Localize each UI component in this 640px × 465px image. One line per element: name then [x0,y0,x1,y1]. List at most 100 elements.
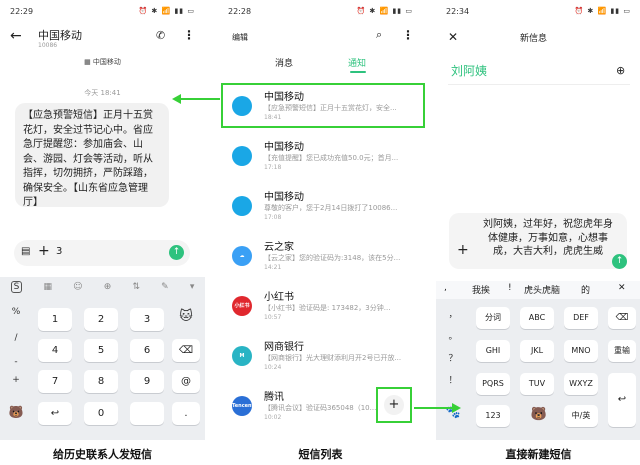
message-time: 10:57 [264,314,282,321]
tab-active-indicator [350,71,366,73]
contact-avatar: M [232,346,252,366]
message-preview: 尊敬的客户，您于2月14日拨打了10086... [264,204,398,212]
send-button[interactable]: ↑ [169,245,184,260]
tab-notifications[interactable]: 通知 [348,56,366,69]
key-def[interactable]: DEF [564,307,598,329]
key-3[interactable]: 3 [130,308,164,331]
side-key-comma[interactable]: ， [444,307,462,320]
status-icons: ⏰ ✱ 📶 ▮▮ ▭ [574,7,631,15]
more-options-icon[interactable]: ⋮ [183,28,195,42]
close-icon[interactable]: ✕ [448,30,458,44]
page-title: 新信息 [520,34,548,44]
list-item[interactable]: ☁ 云之家 【云之家】您的验证码为:3148，该在5分... 14:21 [218,238,423,278]
key-return[interactable]: ↩ [608,373,636,427]
key-ghi[interactable]: GHI [476,340,510,362]
key-9[interactable]: 9 [130,370,164,393]
key-dot[interactable]: . [172,402,200,425]
key-reinput[interactable]: 重输 [608,340,636,362]
key-8[interactable]: 8 [84,370,118,393]
compose-input-bar[interactable]: ▤ + 3 ↑ [14,240,190,266]
tab-messages[interactable]: 消息 [275,56,293,69]
key-return[interactable]: ↩ [38,402,72,425]
candidate-close-icon[interactable]: ✕ [618,283,626,293]
candidate-5[interactable]: 的 [581,283,590,296]
sogou-logo-icon[interactable]: S [10,281,23,293]
side-key-exclaim[interactable]: ！ [444,373,462,386]
phone-icon[interactable]: ✆ [156,29,165,42]
compose-message-box[interactable]: 刘阿姨，过年好，祝您虎年身体健康，万事如意，心想事成，大吉大利，虎虎生威 + [449,213,627,269]
add-contact-icon[interactable]: ⊕ [616,64,625,77]
key-jkl[interactable]: JKL [520,340,554,362]
back-arrow-icon[interactable]: ← [10,28,22,44]
list-item[interactable]: 小红书 小红书 【小红书】验证码是: 173482，3分钟... 10:57 [218,288,423,328]
key-wxyz[interactable]: WXYZ [564,373,598,395]
key-0[interactable]: 0 [84,402,118,425]
candidate-4[interactable]: 虎头虎脑 [524,283,560,296]
contact-avatar: Tencent腾讯 [232,396,254,429]
side-key-minus[interactable]: - [4,357,28,367]
grid-icon[interactable]: ▦ [43,282,52,292]
candidate-1[interactable]: , [444,283,447,293]
key-abc[interactable]: ABC [520,307,554,329]
side-key-question[interactable]: ？ [444,351,462,364]
collapse-icon[interactable]: ▾ [190,282,195,292]
numeric-keyboard: S ▦ ☺ ⊕ ⇅ ✎ ▾ % / - + 1 2 3 4 5 6 7 8 9 … [0,277,205,440]
contact-avatar: 小红书 [232,296,252,316]
side-key-slash[interactable]: / [4,333,28,343]
key-tuv[interactable]: TUV [520,373,554,395]
attach-plus-icon[interactable]: + [457,243,469,258]
edit-button[interactable]: 编辑 [232,32,248,43]
message-preview: 【网商银行】光大理财添利月开2号已开放... [264,354,402,362]
compose-text[interactable]: 3 [56,246,62,257]
key-5[interactable]: 5 [84,339,118,362]
key-fenci[interactable]: 分词 [476,307,510,329]
new-message-fab-highlight[interactable]: + [376,387,412,423]
key-zh-en[interactable]: 中/英 [564,405,598,427]
list-item[interactable]: 中国移动 尊敬的客户，您于2月14日拨打了10086... 17:08 [218,188,423,228]
list-item[interactable]: 中国移动 【充值提醒】您已成功充值50.0元；首月... 17:18 [218,138,423,178]
side-key-period[interactable]: 。 [444,329,462,342]
key-7[interactable]: 7 [38,370,72,393]
globe-icon[interactable]: ⊕ [104,282,112,292]
cursor-move-icon[interactable]: ⇅ [132,282,140,292]
caption-list: 短信列表 [298,448,343,461]
contact-avatar [232,196,252,216]
sticker-cat-icon[interactable]: 🐱 [174,309,198,324]
new-message-panel: 22:34 ⏰ ✱ 📶 ▮▮ ▭ ✕ 新信息 刘阿姨 ⊕ 刘阿姨，过年好，祝您虎… [436,0,640,440]
arrow-to-history [180,98,220,100]
key-1[interactable]: 1 [38,308,72,331]
status-icons: ⏰ ✱ 📶 ▮▮ ▭ [138,7,195,15]
key-pqrs[interactable]: PQRS [476,373,510,395]
key-at[interactable]: @ [172,370,200,393]
sticker-bear-icon[interactable]: 🐻 [528,407,550,422]
tab-bar: 消息 通知 [218,56,423,76]
key-6[interactable]: 6 [130,339,164,362]
message-time: 17:08 [264,214,282,221]
new-message-plus-icon[interactable]: + [384,395,404,415]
search-icon[interactable]: ⌕ [376,28,382,42]
key-4[interactable]: 4 [38,339,72,362]
sticker-bear-icon[interactable]: 🐻 [4,405,28,419]
side-key-percent[interactable]: % [4,307,28,317]
keyboard-icon[interactable]: ▤ [21,246,30,257]
message-time: 10:02 [264,414,282,421]
emoji-icon[interactable]: ☺ [73,282,82,292]
more-options-icon[interactable]: ⋮ [402,28,414,42]
candidate-2[interactable]: 我挨 [472,283,490,296]
list-item[interactable]: M 网商银行 【网商银行】光大理财添利月开2号已开放... 10:24 [218,338,423,378]
recipient-name[interactable]: 刘阿姨 [451,62,487,79]
key-backspace[interactable]: ⌫ [172,339,200,362]
key-backspace[interactable]: ⌫ [608,307,636,329]
attach-plus-icon[interactable]: + [38,243,50,259]
compose-text[interactable]: 刘阿姨，过年好，祝您虎年身体健康，万事如意，心想事成，大吉大利，虎虎生威 [483,219,613,257]
new-message-header: ✕ 新信息 [436,30,640,50]
send-button[interactable]: ↑ [612,254,627,269]
key-mno[interactable]: MNO [564,340,598,362]
conversation-header: ← 中国移动 10086 ✆ ⋮ [0,24,205,54]
side-key-plus[interactable]: + [4,375,28,385]
pen-icon[interactable]: ✎ [161,282,169,292]
candidate-3[interactable]: ! [508,283,512,293]
key-space[interactable] [130,402,164,425]
key-2[interactable]: 2 [84,308,118,331]
key-123[interactable]: 123 [476,405,510,427]
